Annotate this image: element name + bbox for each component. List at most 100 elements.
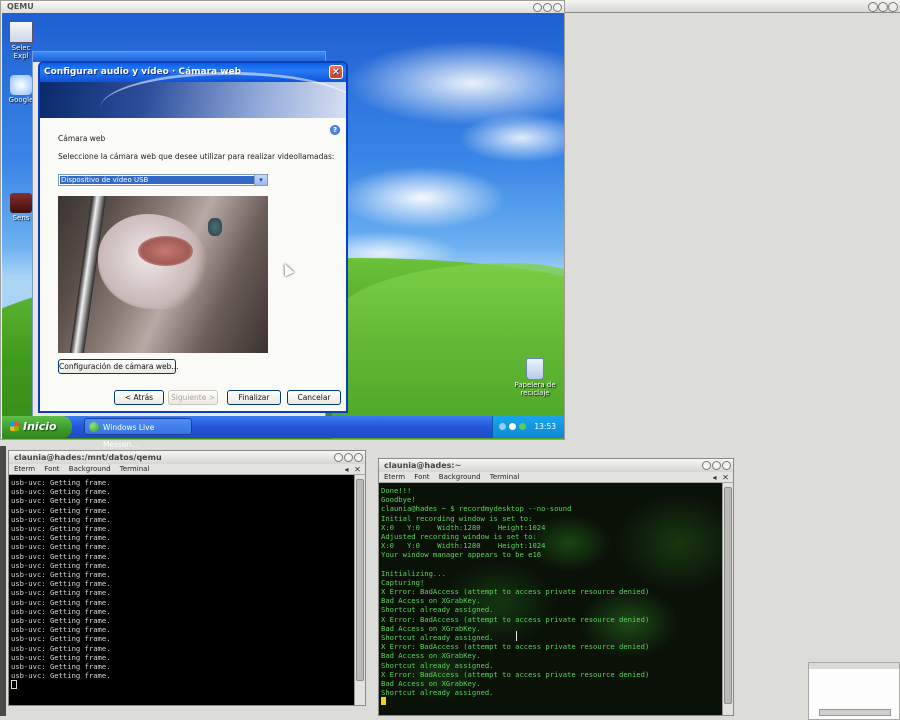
maximize-icon[interactable]	[344, 453, 353, 462]
menu-eterm[interactable]: Eterm	[14, 465, 35, 473]
terminal-title: claunia@hades:/mnt/datos/qemu	[14, 453, 162, 462]
app-icon	[10, 193, 32, 213]
close-icon[interactable]	[888, 2, 898, 12]
tray-volume-icon[interactable]	[509, 423, 516, 430]
back-button[interactable]: < Atrás	[114, 390, 164, 405]
menu-icon[interactable]: ◂	[342, 465, 351, 474]
terminal-output[interactable]: Done!!! Goodbye! claunia@hades ~ $ recordm…	[379, 483, 723, 715]
terminal-line: usb-uvc: Getting frame.	[11, 579, 111, 589]
qemu-window: QEMU Selec Expl Google Sens Papelera de …	[0, 0, 565, 449]
windows-flag-icon	[10, 422, 19, 431]
finish-button[interactable]: Finalizar	[227, 390, 281, 405]
maximize-icon[interactable]	[543, 3, 552, 12]
close-icon[interactable]	[354, 453, 363, 462]
recycle-bin-icon	[526, 358, 544, 380]
minimized-window-titlebar[interactable]	[809, 663, 899, 669]
terminal-line: Shortcut already assigned.	[381, 633, 494, 642]
background-window-titlebar[interactable]	[565, 0, 900, 13]
minimized-window[interactable]	[808, 662, 900, 720]
start-label: Inicio	[23, 420, 57, 433]
terminal-line: Capturing!	[381, 577, 425, 587]
webcam-settings-button[interactable]: Configuración de cámara web...	[58, 359, 179, 374]
minimize-icon[interactable]	[868, 2, 878, 12]
camera-select[interactable]: Dispositivo de vídeo USB ▾	[58, 174, 268, 186]
menu-background[interactable]: Background	[439, 473, 481, 481]
desktop-icon-label: Google	[8, 96, 34, 104]
minimize-icon[interactable]	[702, 461, 711, 470]
close-icon[interactable]	[553, 3, 562, 12]
close-icon[interactable]: ✕	[353, 465, 362, 474]
minimize-icon[interactable]	[334, 453, 343, 462]
scrollbar[interactable]	[722, 483, 733, 715]
cancel-button[interactable]: Cancelar	[287, 390, 341, 405]
terminal-line: Shortcut already assigned.	[381, 660, 494, 670]
terminal-line: Bad Access on XGrabKey.	[381, 678, 481, 688]
wallpaper-hill-highlight	[332, 263, 564, 439]
start-button[interactable]: Inicio	[2, 416, 72, 438]
maximize-icon[interactable]	[712, 461, 721, 470]
webcam-preview	[58, 196, 268, 353]
maximize-icon[interactable]	[878, 2, 888, 12]
terminal-line: Bad Access on XGrabKey.	[381, 596, 481, 606]
menu-font[interactable]: Font	[44, 465, 59, 473]
terminal-line: usb-uvc: Getting frame.	[11, 588, 111, 598]
menu-terminal[interactable]: Terminal	[120, 465, 150, 473]
terminal-line: X:0 Y:0 Width:1280 Height:1024	[381, 541, 546, 551]
terminal-line: usb-uvc: Getting frame.	[11, 616, 111, 626]
next-button[interactable]: Siguiente >	[168, 390, 218, 405]
menu-icon[interactable]: ◂	[710, 473, 719, 482]
terminal-line: X:0 Y:0 Width:1280 Height:1024	[381, 522, 546, 532]
terminal-line: usb-uvc: Getting frame.	[11, 505, 111, 515]
terminal-line: Initializing...	[381, 568, 446, 578]
taskbar-item-messenger[interactable]: Windows Live Messen...	[84, 418, 192, 449]
chevron-down-icon[interactable]: ▾	[254, 175, 267, 185]
scrollbar-thumb[interactable]	[356, 479, 364, 681]
tray-messenger-icon[interactable]	[519, 423, 526, 430]
terminal-line: usb-uvc: Getting frame.	[11, 570, 111, 580]
terminal-titlebar[interactable]: claunia@hades:/mnt/datos/qemu	[9, 451, 365, 464]
terminal-line: usb-uvc: Getting frame.	[11, 514, 111, 524]
scrollbar[interactable]	[354, 475, 365, 705]
xp-desktop: Selec Expl Google Sens Papelera de recic…	[2, 13, 564, 439]
close-icon[interactable]: ✕	[721, 473, 730, 482]
terminal-prompt-cursor	[11, 680, 355, 691]
terminal-line: Shortcut already assigned.	[381, 688, 494, 698]
terminal-prompt-cursor	[381, 697, 723, 706]
qemu-titlebar[interactable]: QEMU	[1, 1, 564, 13]
terminal-line: X Error: BadAccess (attempt to access pr…	[381, 642, 650, 652]
menu-background[interactable]: Background	[69, 465, 111, 473]
section-label: Cámara web	[58, 134, 106, 143]
menu-font[interactable]: Font	[414, 473, 429, 481]
terminal-line: usb-uvc: Getting frame.	[11, 625, 111, 635]
recycle-bin-label: Papelera de reciclaje	[514, 381, 556, 397]
close-icon[interactable]	[722, 461, 731, 470]
terminal-output[interactable]: usb-uvc: Getting frame. usb-uvc: Getting …	[9, 475, 355, 705]
desktop-icon-label: Selec Expl	[11, 44, 31, 60]
minimized-window-scrollbar[interactable]	[819, 709, 891, 716]
desktop-icon-recycle-bin[interactable]: Papelera de reciclaje	[510, 358, 560, 397]
dialog-banner	[40, 72, 346, 118]
terminal-line: usb-uvc: Getting frame.	[11, 662, 111, 672]
camera-select-value: Dispositivo de vídeo USB	[60, 176, 254, 184]
terminal-line: usb-uvc: Getting frame.	[11, 643, 111, 653]
xp-taskbar: Inicio Windows Live Messen... 13:53	[2, 416, 564, 449]
terminal-line: usb-uvc: Getting frame.	[11, 560, 111, 570]
terminal-line: X Error: BadAccess (attempt to access pr…	[381, 614, 650, 624]
terminal-line: Adjusted recording window is set to:	[381, 531, 537, 541]
preview-figure	[208, 218, 222, 236]
menu-eterm[interactable]: Eterm	[384, 473, 405, 481]
terminal-window-qemu: claunia@hades:/mnt/datos/qemu Eterm Font…	[8, 450, 366, 706]
help-icon[interactable]: ?	[330, 125, 340, 135]
menu-terminal[interactable]: Terminal	[490, 473, 520, 481]
qemu-title: QEMU	[7, 2, 34, 11]
terminal-line: X Error: BadAccess (attempt to access pr…	[381, 669, 650, 679]
close-icon: ✕	[331, 67, 341, 78]
minimize-icon[interactable]	[533, 3, 542, 12]
preview-fingers	[138, 236, 193, 266]
close-button[interactable]: ✕	[329, 65, 343, 79]
system-tray: 13:53	[492, 416, 564, 438]
terminal-menubar: Eterm Font Background Terminal ◂ ✕	[9, 464, 365, 475]
tray-network-icon[interactable]	[499, 423, 506, 430]
terminal-titlebar[interactable]: claunia@hades:~	[379, 459, 733, 472]
scrollbar-thumb[interactable]	[724, 487, 732, 704]
